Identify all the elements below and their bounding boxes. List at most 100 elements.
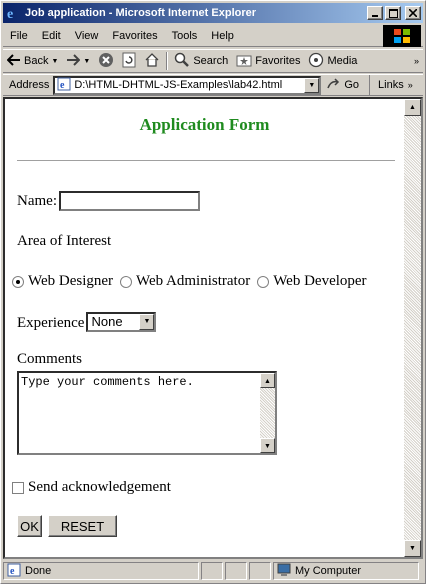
menu-favorites[interactable]: Favorites [105,30,164,42]
title-bar: e Job application - Microsoft Internet E… [3,3,423,23]
ack-row: Send acknowledgement [8,479,171,496]
chevron-down-icon[interactable]: ▼ [83,58,90,65]
status-pane-2 [225,562,247,580]
radio-web-administrator[interactable] [120,275,133,288]
forward-arrow-icon [66,53,81,69]
go-label: Go [344,79,360,91]
area-of-interest-label: Area of Interest [17,233,111,250]
toolbar-chevron-icon[interactable]: » [410,50,423,72]
page-icon: e [57,77,71,94]
media-button[interactable]: Media [304,50,361,72]
stop-icon [98,52,114,71]
home-icon [144,52,160,71]
zone-label: My Computer [295,565,362,577]
svg-text:e: e [60,80,65,91]
address-value: D:\HTML-DHTML-JS-Examples\lab42.html [74,79,283,91]
windows-logo-icon [383,25,421,47]
name-row: Name: [17,191,200,211]
status-main: e Done [3,562,199,580]
textarea-scrollbar[interactable]: ▲ ▼ [260,373,275,453]
favorites-button[interactable]: Favorites [232,50,304,72]
area-label-text: Area of Interest [17,233,112,249]
page: Application Form Name: Area of Interest … [5,99,404,557]
ack-checkbox[interactable] [12,481,24,494]
search-icon [174,52,190,71]
go-button[interactable]: Go [321,77,365,93]
button-row: OK RESET [17,515,117,537]
content-viewport: Application Form Name: Area of Interest … [3,97,423,559]
chevron-down-icon[interactable]: ▼ [139,313,155,330]
comments-label: Comments [17,351,82,368]
address-input[interactable]: e D:\HTML-DHTML-JS-Examples\lab42.html ▼ [53,75,322,95]
scroll-down-icon[interactable]: ▼ [404,540,421,557]
menu-view[interactable]: View [68,30,106,42]
browser-window: e Job application - Microsoft Internet E… [0,0,426,584]
radio-label-web-developer: Web Developer [273,273,367,289]
name-label: Name: [17,192,57,209]
menu-edit[interactable]: Edit [35,30,68,42]
back-button[interactable]: Back ▼ [3,50,62,72]
menu-file[interactable]: File [3,30,35,42]
experience-row: Experience None ▼ [17,311,157,332]
back-arrow-icon [6,53,21,69]
home-button[interactable] [140,50,164,72]
favorites-star-icon [236,53,252,70]
experience-label: Experience [17,315,85,331]
ie-logo-icon: e [6,6,22,22]
links-chevron-icon: » [407,80,413,90]
page-scrollbar[interactable]: ▲ ▼ [404,99,421,557]
toolbar-separator [166,52,169,70]
comments-text: Type your comments here. [21,375,194,389]
radio-selected-dot [16,279,20,284]
go-arrow-icon [327,77,341,93]
address-bar: Address e D:\HTML-DHTML-JS-Examples\lab4… [3,74,423,96]
links-button[interactable]: Links » [369,75,413,95]
forward-button[interactable]: ▼ [62,50,94,72]
search-label: Search [193,55,229,67]
toolbar: Back ▼ ▼ Search Favorites Media » [3,49,423,73]
status-pane-1 [201,562,223,580]
interest-radio-group: Web Designer Web Administrator Web Devel… [8,273,367,290]
close-button[interactable] [405,6,421,20]
chevron-down-icon[interactable]: ▼ [51,58,58,65]
refresh-button[interactable] [118,50,140,72]
minimize-button[interactable] [367,6,383,20]
page-title: Application Form [139,115,270,134]
back-label: Back [24,55,49,67]
media-icon [308,52,324,71]
scroll-up-icon[interactable]: ▲ [260,373,275,388]
window-title: Job application - Microsoft Internet Exp… [25,7,257,19]
comments-label-text: Comments [17,351,83,367]
ok-button[interactable]: OK [17,515,42,537]
status-pane-3 [249,562,271,580]
radio-label-web-designer: Web Designer [28,273,114,289]
page-done-icon: e [7,563,21,580]
media-label: Media [327,55,358,67]
status-bar: e Done My Computer [3,561,423,581]
radio-web-designer[interactable] [12,275,24,288]
scroll-down-icon[interactable]: ▼ [260,438,275,453]
menu-tools[interactable]: Tools [165,30,205,42]
comments-textarea[interactable]: Type your comments here. ▲ ▼ [17,371,277,455]
search-button[interactable]: Search [170,50,232,72]
horizontal-rule [17,160,395,162]
favorites-label: Favorites [255,55,301,67]
experience-select[interactable]: None ▼ [86,311,157,332]
svg-text:e: e [10,566,15,577]
menu-bar: File Edit View Favorites Tools Help [3,25,423,47]
scroll-up-icon[interactable]: ▲ [404,99,421,116]
experience-value: None [91,314,123,329]
address-label: Address [9,79,50,91]
name-input[interactable] [58,191,200,211]
refresh-icon [122,52,136,71]
ack-label: Send acknowledgement [28,479,171,495]
maximize-button[interactable] [385,6,401,20]
status-text: Done [25,565,52,577]
svg-text:e: e [7,7,13,20]
address-dropdown-icon[interactable]: ▼ [304,77,320,93]
menu-help[interactable]: Help [204,30,241,42]
computer-icon [277,563,291,580]
reset-button[interactable]: RESET [48,515,117,537]
radio-web-developer[interactable] [257,275,270,288]
stop-button[interactable] [94,50,118,72]
